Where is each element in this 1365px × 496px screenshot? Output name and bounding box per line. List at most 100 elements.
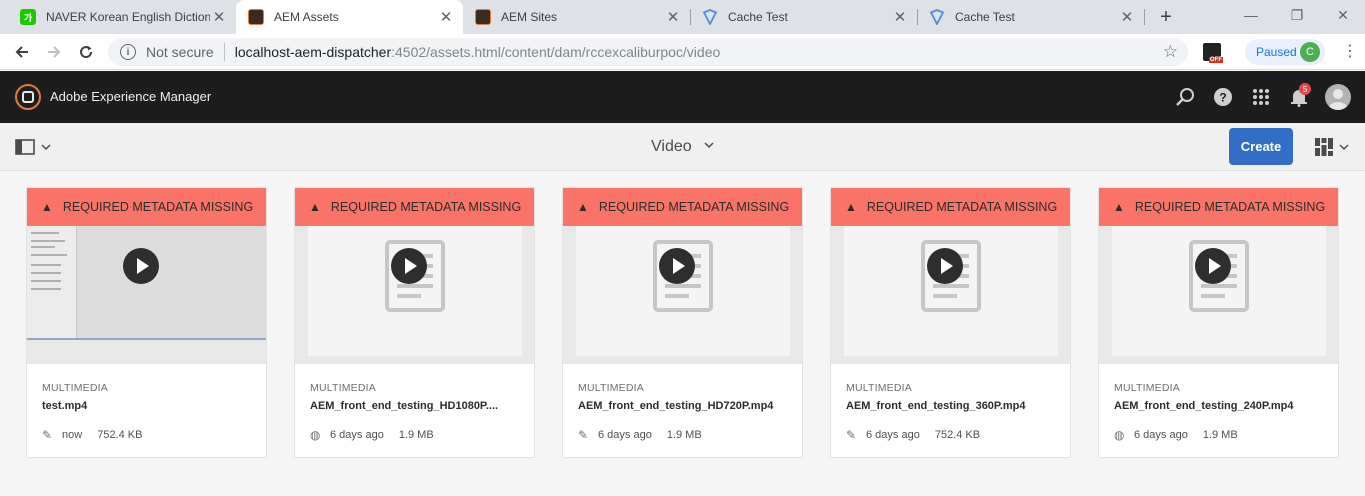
url-host: localhost-aem-dispatcher (234, 44, 392, 60)
reload-icon (80, 46, 93, 59)
url-path: :4502/assets.html/content/dam/rccexcalib… (391, 44, 721, 60)
play-icon[interactable] (659, 248, 695, 284)
play-icon[interactable] (123, 248, 159, 284)
maximize-button[interactable]: ❐ (1274, 0, 1320, 30)
browser-tab-strip: 가 NAVER Korean English Dictiona ✕ AEM As… (0, 0, 1365, 34)
asset-thumbnail[interactable] (295, 226, 534, 364)
shield-icon (702, 9, 718, 25)
play-icon[interactable] (391, 248, 427, 284)
chevron-down-icon (1339, 144, 1349, 151)
page-title[interactable]: Video (651, 138, 692, 156)
aem-logo-icon[interactable] (15, 84, 41, 110)
profile-paused-button[interactable]: Paused C (1245, 39, 1325, 65)
back-button[interactable] (10, 40, 34, 64)
asset-card[interactable]: ▲ REQUIRED METADATA MISSING MULTIMEDIA A… (562, 187, 803, 458)
asset-modified-time: 6 days ago (1134, 429, 1188, 441)
close-window-button[interactable]: ✕ (1320, 0, 1365, 30)
asset-thumbnail[interactable] (563, 226, 802, 364)
browser-tab[interactable]: AEM Sites ✕ (463, 0, 690, 34)
warning-icon: ▲ (41, 200, 53, 214)
svg-text:?: ? (1219, 91, 1226, 105)
required-metadata-alert: ▲ REQUIRED METADATA MISSING (295, 188, 534, 226)
asset-size: 1.9 MB (1202, 429, 1238, 441)
tab-title: Cache Test (955, 10, 1015, 24)
pencil-icon: ✎ (578, 428, 589, 442)
browser-toolbar: i Not secure localhost-aem-dispatcher:45… (0, 34, 1365, 70)
minimize-button[interactable]: ― (1228, 0, 1274, 30)
extension-off-badge: OFF (1209, 57, 1223, 63)
browser-tab-active[interactable]: AEM Assets ✕ (236, 0, 463, 34)
solutions-grid-icon[interactable] (1250, 86, 1272, 108)
warning-icon: ▲ (1113, 200, 1125, 214)
browser-tab[interactable]: Cache Test ✕ (690, 0, 917, 34)
asset-meta: ◍ 6 days ago 1.9 MB (1114, 428, 1238, 442)
play-icon[interactable] (1195, 248, 1231, 284)
close-tab-icon[interactable]: ✕ (437, 8, 455, 26)
pencil-icon: ✎ (42, 428, 53, 442)
reload-button[interactable] (74, 40, 98, 64)
asset-name[interactable]: test.mp4 (42, 400, 87, 412)
chevron-down-icon[interactable] (704, 140, 714, 152)
warning-icon: ▲ (577, 200, 589, 214)
globe-icon: ◍ (1114, 428, 1125, 442)
tab-title: Cache Test (728, 10, 788, 24)
aem-global-header: Adobe Experience Manager ? 5 (0, 71, 1365, 123)
asset-card[interactable]: ▲ REQUIRED METADATA MISSING MULTIMEDIA t… (26, 187, 267, 458)
close-tab-icon[interactable]: ✕ (664, 8, 682, 26)
aem-icon (475, 9, 491, 25)
required-metadata-alert: ▲ REQUIRED METADATA MISSING (563, 188, 802, 226)
view-switcher-button[interactable] (1315, 138, 1355, 156)
asset-name[interactable]: AEM_front_end_testing_HD720P.mp4 (578, 400, 773, 412)
asset-card[interactable]: ▲ REQUIRED METADATA MISSING MULTIMEDIA A… (830, 187, 1071, 458)
create-button[interactable]: Create (1229, 128, 1293, 165)
asset-thumbnail[interactable] (1099, 226, 1338, 364)
tab-separator (1144, 9, 1145, 25)
action-bar: Video Create (0, 123, 1365, 171)
asset-size: 752.4 KB (934, 429, 981, 441)
tab-title: NAVER Korean English Dictiona (46, 10, 210, 24)
asset-card[interactable]: ▲ REQUIRED METADATA MISSING MULTIMEDIA A… (1098, 187, 1339, 458)
naver-dictionary-icon: 가 (20, 9, 36, 25)
profile-avatar: C (1300, 42, 1320, 62)
info-icon[interactable]: i (120, 44, 136, 60)
address-bar[interactable]: i Not secure localhost-aem-dispatcher:45… (108, 38, 1188, 66)
rail-toggle-button[interactable] (15, 138, 55, 156)
required-metadata-alert: ▲ REQUIRED METADATA MISSING (831, 188, 1070, 226)
alert-text: REQUIRED METADATA MISSING (1134, 200, 1326, 214)
security-label: Not secure (146, 44, 214, 60)
asset-type: MULTIMEDIA (310, 382, 376, 394)
arrow-right-icon (48, 46, 61, 58)
browser-tab[interactable]: 가 NAVER Korean English Dictiona ✕ (8, 0, 236, 34)
play-icon[interactable] (927, 248, 963, 284)
product-name[interactable]: Adobe Experience Manager (50, 89, 211, 104)
tab-title: AEM Assets (274, 10, 339, 24)
user-avatar[interactable] (1325, 84, 1351, 110)
asset-thumbnail[interactable] (831, 226, 1070, 364)
close-tab-icon[interactable]: ✕ (210, 8, 228, 26)
asset-name[interactable]: AEM_front_end_testing_360P.mp4 (846, 400, 1026, 412)
new-tab-button[interactable]: + (1154, 5, 1178, 29)
asset-thumbnail[interactable] (27, 226, 266, 364)
bookmark-star-icon[interactable]: ☆ (1163, 42, 1178, 62)
globe-icon: ◍ (310, 428, 321, 442)
close-tab-icon[interactable]: ✕ (1118, 8, 1136, 26)
alert-text: REQUIRED METADATA MISSING (330, 200, 522, 214)
asset-name[interactable]: AEM_front_end_testing_HD1080P.... (310, 400, 498, 412)
notification-badge: 5 (1299, 83, 1311, 95)
search-icon[interactable] (1174, 86, 1196, 108)
browser-menu-icon[interactable]: ⋮ (1340, 42, 1360, 62)
required-metadata-alert: ▲ REQUIRED METADATA MISSING (1099, 188, 1338, 226)
aem-icon (248, 9, 264, 25)
asset-type: MULTIMEDIA (846, 382, 912, 394)
divider (223, 43, 225, 61)
asset-card[interactable]: ▲ REQUIRED METADATA MISSING MULTIMEDIA A… (294, 187, 535, 458)
alert-text: REQUIRED METADATA MISSING (598, 200, 790, 214)
tab-title: AEM Sites (501, 10, 558, 24)
close-tab-icon[interactable]: ✕ (891, 8, 909, 26)
help-icon[interactable]: ? (1212, 86, 1234, 108)
browser-tab[interactable]: Cache Test ✕ (917, 0, 1144, 34)
asset-type: MULTIMEDIA (42, 382, 108, 394)
forward-button[interactable] (42, 40, 66, 64)
asset-name[interactable]: AEM_front_end_testing_240P.mp4 (1114, 400, 1294, 412)
extension-icon[interactable]: OFF (1203, 43, 1223, 63)
